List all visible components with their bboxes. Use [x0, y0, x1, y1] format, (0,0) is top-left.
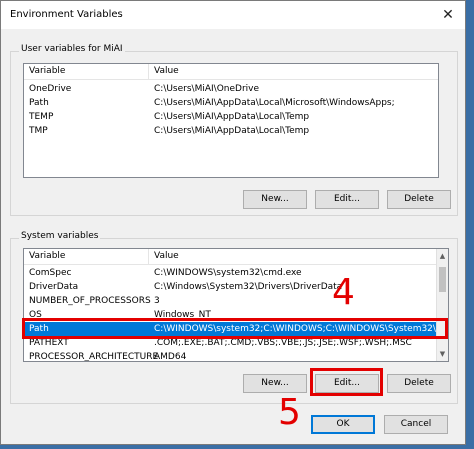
- variable-value: C:\Users\MiAI\AppData\Local\Temp: [154, 126, 310, 136]
- column-header-value[interactable]: Value: [154, 251, 179, 261]
- environment-variables-dialog: Environment Variables ✕ User variables f…: [0, 0, 466, 445]
- user-variables-label: User variables for MiAI: [19, 44, 125, 54]
- system-new-button[interactable]: New...: [243, 374, 307, 393]
- variable-value: C:\Users\MiAI\AppData\Local\Microsoft\Wi…: [154, 98, 395, 108]
- variable-name: NUMBER_OF_PROCESSORS: [29, 296, 151, 306]
- ok-button[interactable]: OK: [311, 415, 375, 434]
- highlight-path-row: [22, 318, 448, 339]
- variable-name: OneDrive: [29, 84, 72, 94]
- variable-value: 3: [154, 296, 160, 306]
- vertical-scrollbar[interactable]: ▲ ▼: [436, 249, 448, 361]
- system-delete-button[interactable]: Delete: [387, 374, 451, 393]
- variable-name: PROCESSOR_ARCHITECTURE: [29, 352, 159, 362]
- list-item[interactable]: NUMBER_OF_PROCESSORS 3: [24, 294, 438, 309]
- user-delete-button[interactable]: Delete: [387, 190, 451, 209]
- highlight-edit-button: [310, 368, 383, 396]
- list-header: Variable Value: [24, 64, 438, 80]
- variable-value: C:\Users\MiAI\AppData\Local\Temp: [154, 112, 310, 122]
- variable-name: DriverData: [29, 282, 79, 292]
- list-item[interactable]: ComSpec C:\WINDOWS\system32\cmd.exe: [24, 266, 438, 281]
- user-edit-button[interactable]: Edit...: [315, 190, 379, 209]
- list-item[interactable]: PROCESSOR_ARCHITECTURE AMD64: [24, 350, 438, 362]
- system-variables-list[interactable]: Variable Value ComSpec C:\WINDOWS\system…: [23, 248, 449, 362]
- list-item[interactable]: DriverData C:\Windows\System32\Drivers\D…: [24, 280, 438, 295]
- variable-name: ComSpec: [29, 268, 72, 278]
- variable-name: TEMP: [29, 112, 54, 122]
- scroll-down-icon[interactable]: ▼: [437, 350, 448, 358]
- user-variables-list[interactable]: Variable Value OneDrive C:\Users\MiAI\On…: [23, 63, 439, 178]
- scroll-up-icon[interactable]: ▲: [437, 252, 448, 260]
- variable-value: C:\WINDOWS\system32\cmd.exe: [154, 268, 302, 278]
- variable-name: TMP: [29, 126, 48, 136]
- window-title: Environment Variables: [10, 9, 123, 20]
- column-header-variable[interactable]: Variable: [29, 66, 65, 76]
- list-item[interactable]: OneDrive C:\Users\MiAI\OneDrive: [24, 82, 438, 97]
- scrollbar-thumb[interactable]: [439, 267, 446, 292]
- cancel-button[interactable]: Cancel: [384, 415, 448, 434]
- step-number-5: 5: [278, 392, 301, 433]
- system-variables-label: System variables: [19, 231, 101, 241]
- user-new-button[interactable]: New...: [243, 190, 307, 209]
- variable-value: AMD64: [154, 352, 187, 362]
- column-header-value[interactable]: Value: [154, 66, 179, 76]
- list-item[interactable]: Path C:\Users\MiAI\AppData\Local\Microso…: [24, 96, 438, 111]
- variable-name: Path: [29, 98, 49, 108]
- variable-value: C:\Windows\System32\Drivers\DriverData: [154, 282, 343, 292]
- list-item[interactable]: TEMP C:\Users\MiAI\AppData\Local\Temp: [24, 110, 438, 125]
- list-header: Variable Value: [24, 249, 438, 265]
- close-icon[interactable]: ✕: [439, 6, 457, 24]
- variable-value: C:\Users\MiAI\OneDrive: [154, 84, 260, 94]
- column-header-variable[interactable]: Variable: [29, 251, 65, 261]
- step-number-4: 4: [332, 272, 355, 313]
- list-item[interactable]: TMP C:\Users\MiAI\AppData\Local\Temp: [24, 124, 438, 139]
- title-bar: Environment Variables ✕: [1, 1, 465, 29]
